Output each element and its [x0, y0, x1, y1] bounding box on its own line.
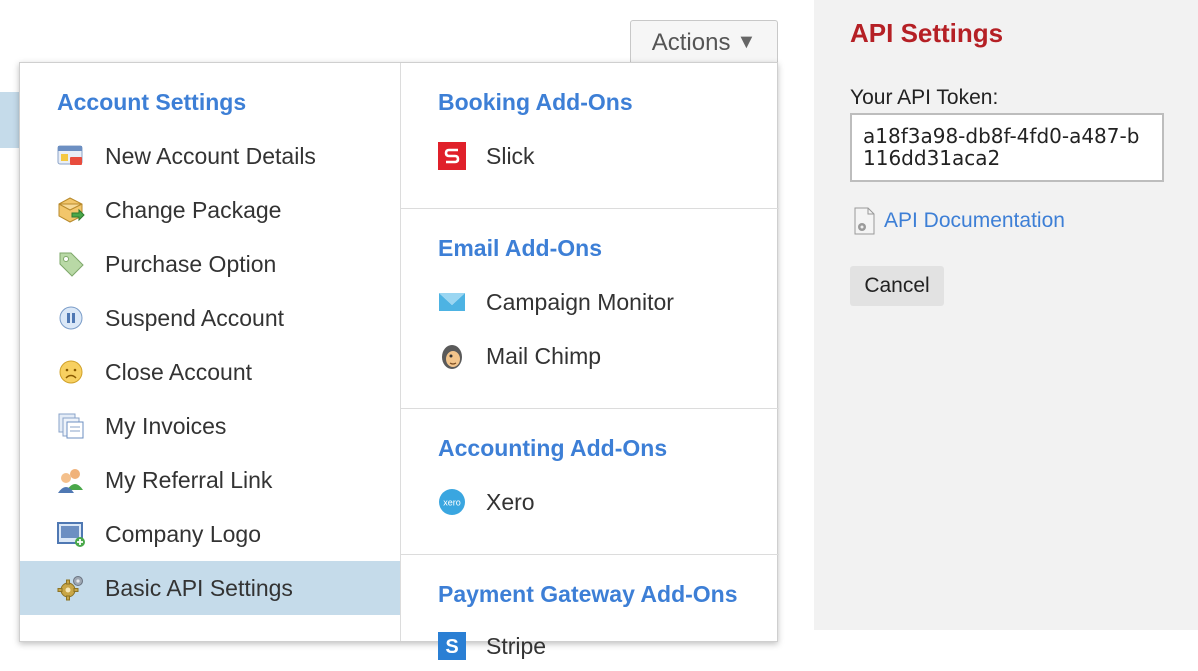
- actions-dropdown-menu: Account Settings New Account Details Cha…: [19, 62, 779, 660]
- logo-image-icon: [55, 518, 87, 550]
- gear-icon: [55, 572, 87, 604]
- menu-item-basic-api-settings[interactable]: Basic API Settings: [20, 561, 400, 615]
- menu-item-campaign-monitor[interactable]: Campaign Monitor: [401, 275, 779, 329]
- caret-down-icon: ▼: [736, 31, 757, 53]
- menu-item-label: Xero: [486, 488, 535, 515]
- menu-item-label: Purchase Option: [105, 250, 277, 277]
- menu-item-label: Suspend Account: [105, 304, 285, 331]
- slick-icon: [436, 140, 468, 172]
- menu-item-my-referral-link[interactable]: My Referral Link: [20, 453, 400, 507]
- menu-item-label: New Account Details: [105, 142, 316, 169]
- section-title-payment-addons: Payment Gateway Add-Ons: [438, 581, 738, 607]
- users-icon: [55, 464, 87, 496]
- menu-item-label: Company Logo: [105, 520, 261, 547]
- addons-column: Booking Add-Ons Slick Email Add-Ons Camp…: [401, 63, 779, 660]
- api-settings-title: API Settings: [850, 18, 1004, 48]
- menu-item-label: Campaign Monitor: [486, 288, 674, 315]
- email-addons-group: Email Add-Ons Campaign Monitor Mail Chim…: [401, 221, 779, 409]
- api-documentation-link[interactable]: API Documentation: [852, 206, 1065, 236]
- cancel-button[interactable]: Cancel: [850, 266, 944, 306]
- menu-item-close-account[interactable]: Close Account: [20, 345, 400, 399]
- section-title-account-settings: Account Settings: [57, 89, 247, 115]
- booking-addons-group: Booking Add-Ons Slick: [401, 75, 779, 209]
- menu-item-suspend-account[interactable]: Suspend Account: [20, 291, 400, 345]
- menu-item-my-invoices[interactable]: My Invoices: [20, 399, 400, 453]
- section-title-email-addons: Email Add-Ons: [438, 235, 602, 261]
- menu-item-label: Mail Chimp: [486, 342, 602, 369]
- xero-icon-text: xero: [443, 498, 461, 508]
- menu-item-label: Change Package: [105, 196, 282, 223]
- invoices-icon: [55, 410, 87, 442]
- account-settings-column: Account Settings New Account Details Cha…: [20, 63, 401, 641]
- menu-item-label: Close Account: [105, 358, 253, 385]
- menu-item-stripe[interactable]: S Stripe: [401, 621, 779, 671]
- sad-face-icon: [55, 356, 87, 388]
- menu-item-label: Stripe: [486, 632, 547, 659]
- api-token-label: Your API Token:: [850, 86, 999, 109]
- stripe-icon-text: S: [445, 636, 458, 658]
- menu-item-slick[interactable]: Slick: [401, 129, 779, 183]
- api-documentation-label: API Documentation: [884, 209, 1065, 232]
- document-gear-icon: [854, 207, 875, 235]
- menu-item-purchase-option[interactable]: Purchase Option: [20, 237, 400, 291]
- menu-item-company-logo[interactable]: Company Logo: [20, 507, 400, 561]
- menu-item-label: My Referral Link: [105, 466, 273, 493]
- package-icon: [55, 194, 87, 226]
- menu-item-label: My Invoices: [105, 412, 227, 439]
- section-title-booking-addons: Booking Add-Ons: [438, 89, 633, 115]
- section-title-accounting-addons: Accounting Add-Ons: [438, 435, 668, 461]
- payment-addons-group: Payment Gateway Add-Ons S Stripe: [401, 567, 779, 671]
- pause-icon: [55, 302, 87, 334]
- campaign-monitor-icon: [436, 286, 468, 318]
- actions-label: Actions: [651, 28, 731, 56]
- mailchimp-icon: [436, 340, 468, 372]
- stripe-icon: S: [436, 630, 468, 662]
- api-token-field[interactable]: a18f3a98-db8f-4fd0-a487-b116dd31aca2: [850, 113, 1164, 182]
- tag-icon: [55, 248, 87, 280]
- xero-icon: xero: [436, 486, 468, 518]
- actions-button[interactable]: Actions ▼: [630, 20, 778, 64]
- menu-item-label: Slick: [486, 142, 535, 169]
- menu-item-new-account-details[interactable]: New Account Details: [20, 129, 400, 183]
- accounting-addons-group: Accounting Add-Ons xero Xero: [401, 421, 779, 555]
- menu-item-label: Basic API Settings: [105, 574, 293, 601]
- background-strip: [0, 92, 20, 148]
- menu-item-mail-chimp[interactable]: Mail Chimp: [401, 329, 779, 383]
- menu-item-change-package[interactable]: Change Package: [20, 183, 400, 237]
- account-card-icon: [55, 140, 87, 172]
- menu-item-xero[interactable]: xero Xero: [401, 475, 779, 529]
